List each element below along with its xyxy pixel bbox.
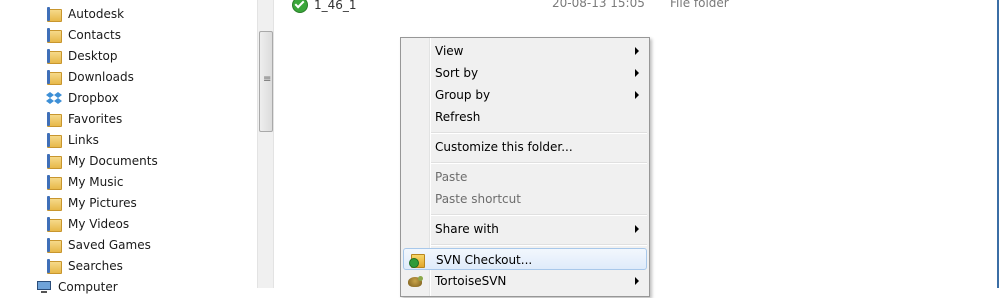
- downloads-folder-icon: [46, 69, 62, 85]
- nav-item-dropbox[interactable]: Dropbox: [46, 87, 119, 108]
- nav-item-contacts[interactable]: Contacts: [46, 24, 121, 45]
- menu-item-paste-shortcut[interactable]: Paste shortcut: [403, 188, 647, 210]
- file-type: File folder: [670, 0, 729, 10]
- searches-folder-icon: [46, 258, 62, 274]
- nav-item-label: Contacts: [68, 27, 121, 42]
- pictures-folder-icon: [46, 195, 62, 211]
- contacts-folder-icon: [46, 27, 62, 43]
- menu-separator: [431, 132, 647, 134]
- menu-item-view[interactable]: View: [403, 40, 647, 62]
- menu-item-refresh[interactable]: Refresh: [403, 106, 647, 128]
- nav-item-label: Dropbox: [68, 90, 119, 105]
- nav-item-autodesk[interactable]: Autodesk: [46, 3, 124, 24]
- menu-item-label: TortoiseSVN: [435, 274, 507, 288]
- scrollbar-thumb[interactable]: ≡: [259, 31, 273, 132]
- svn-normal-overlay-icon: [292, 0, 308, 13]
- menu-item-label: Customize this folder...: [435, 140, 573, 154]
- nav-pane-scrollbar[interactable]: ≡: [257, 0, 274, 288]
- favorites-folder-icon: [46, 111, 62, 127]
- menu-item-label: Group by: [435, 88, 491, 102]
- menu-separator: [431, 244, 647, 246]
- file-name: 1_46_1: [314, 0, 357, 12]
- dropbox-icon: [46, 90, 62, 106]
- nav-item-label: Autodesk: [68, 6, 125, 21]
- menu-separator: [431, 162, 647, 164]
- file-row[interactable]: 1_46_1: [292, 0, 357, 14]
- menu-separator: [431, 214, 647, 216]
- context-menu: View Sort by Group by Refresh Customize …: [400, 37, 650, 297]
- nav-item-label: My Pictures: [68, 195, 137, 210]
- submenu-arrow-icon: [635, 277, 639, 285]
- menu-item-label: Paste: [435, 170, 468, 184]
- nav-item-label: Computer: [58, 279, 118, 294]
- nav-item-downloads[interactable]: Downloads: [46, 66, 134, 87]
- nav-item-label: My Documents: [68, 153, 158, 168]
- nav-item-computer[interactable]: Computer: [36, 276, 118, 297]
- nav-item-my-music[interactable]: My Music: [46, 171, 123, 192]
- file-date: 20-08-13 15:05: [552, 0, 645, 10]
- nav-item-favorites[interactable]: Favorites: [46, 108, 122, 129]
- nav-item-label: Searches: [68, 258, 123, 273]
- nav-item-my-pictures[interactable]: My Pictures: [46, 192, 137, 213]
- submenu-arrow-icon: [635, 69, 639, 77]
- tortoisesvn-icon: [407, 273, 423, 289]
- videos-folder-icon: [46, 216, 62, 232]
- nav-item-label: My Music: [68, 174, 124, 189]
- grip-icon: ≡: [263, 74, 272, 85]
- nav-item-saved-games[interactable]: Saved Games: [46, 234, 151, 255]
- menu-item-share-with[interactable]: Share with: [403, 218, 647, 240]
- nav-item-label: Saved Games: [68, 237, 151, 252]
- menu-item-label: Sort by: [435, 66, 479, 80]
- computer-icon: [36, 279, 52, 295]
- nav-item-my-documents[interactable]: My Documents: [46, 150, 158, 171]
- documents-folder-icon: [46, 153, 62, 169]
- menu-item-customize-folder[interactable]: Customize this folder...: [403, 136, 647, 158]
- menu-item-sort-by[interactable]: Sort by: [403, 62, 647, 84]
- nav-item-label: My Videos: [68, 216, 130, 231]
- desktop-folder-icon: [46, 48, 62, 64]
- menu-item-paste[interactable]: Paste: [403, 166, 647, 188]
- menu-item-svn-checkout[interactable]: SVN Checkout...: [403, 248, 647, 270]
- nav-item-my-videos[interactable]: My Videos: [46, 213, 129, 234]
- music-folder-icon: [46, 174, 62, 190]
- nav-item-label: Desktop: [68, 48, 118, 63]
- menu-item-label: SVN Checkout...: [436, 253, 533, 267]
- folder-icon: [46, 6, 62, 22]
- submenu-arrow-icon: [635, 47, 639, 55]
- nav-item-links[interactable]: Links: [46, 129, 99, 150]
- submenu-arrow-icon: [635, 225, 639, 233]
- menu-item-group-by[interactable]: Group by: [403, 84, 647, 106]
- svn-checkout-icon: [408, 252, 425, 268]
- menu-item-label: Share with: [435, 222, 499, 236]
- menu-item-label: Paste shortcut: [435, 192, 521, 206]
- menu-item-label: Refresh: [435, 110, 481, 124]
- menu-item-tortoisesvn[interactable]: TortoiseSVN: [403, 270, 647, 292]
- nav-item-searches[interactable]: Searches: [46, 255, 123, 276]
- nav-item-label: Links: [68, 132, 99, 147]
- nav-item-label: Favorites: [68, 111, 123, 126]
- nav-item-label: Downloads: [68, 69, 134, 84]
- navigation-pane: Autodesk Contacts Desktop Downloads Drop…: [0, 0, 257, 294]
- saved-games-folder-icon: [46, 237, 62, 253]
- menu-item-label: View: [435, 44, 464, 58]
- submenu-arrow-icon: [635, 91, 639, 99]
- links-folder-icon: [46, 132, 62, 148]
- nav-item-desktop[interactable]: Desktop: [46, 45, 118, 66]
